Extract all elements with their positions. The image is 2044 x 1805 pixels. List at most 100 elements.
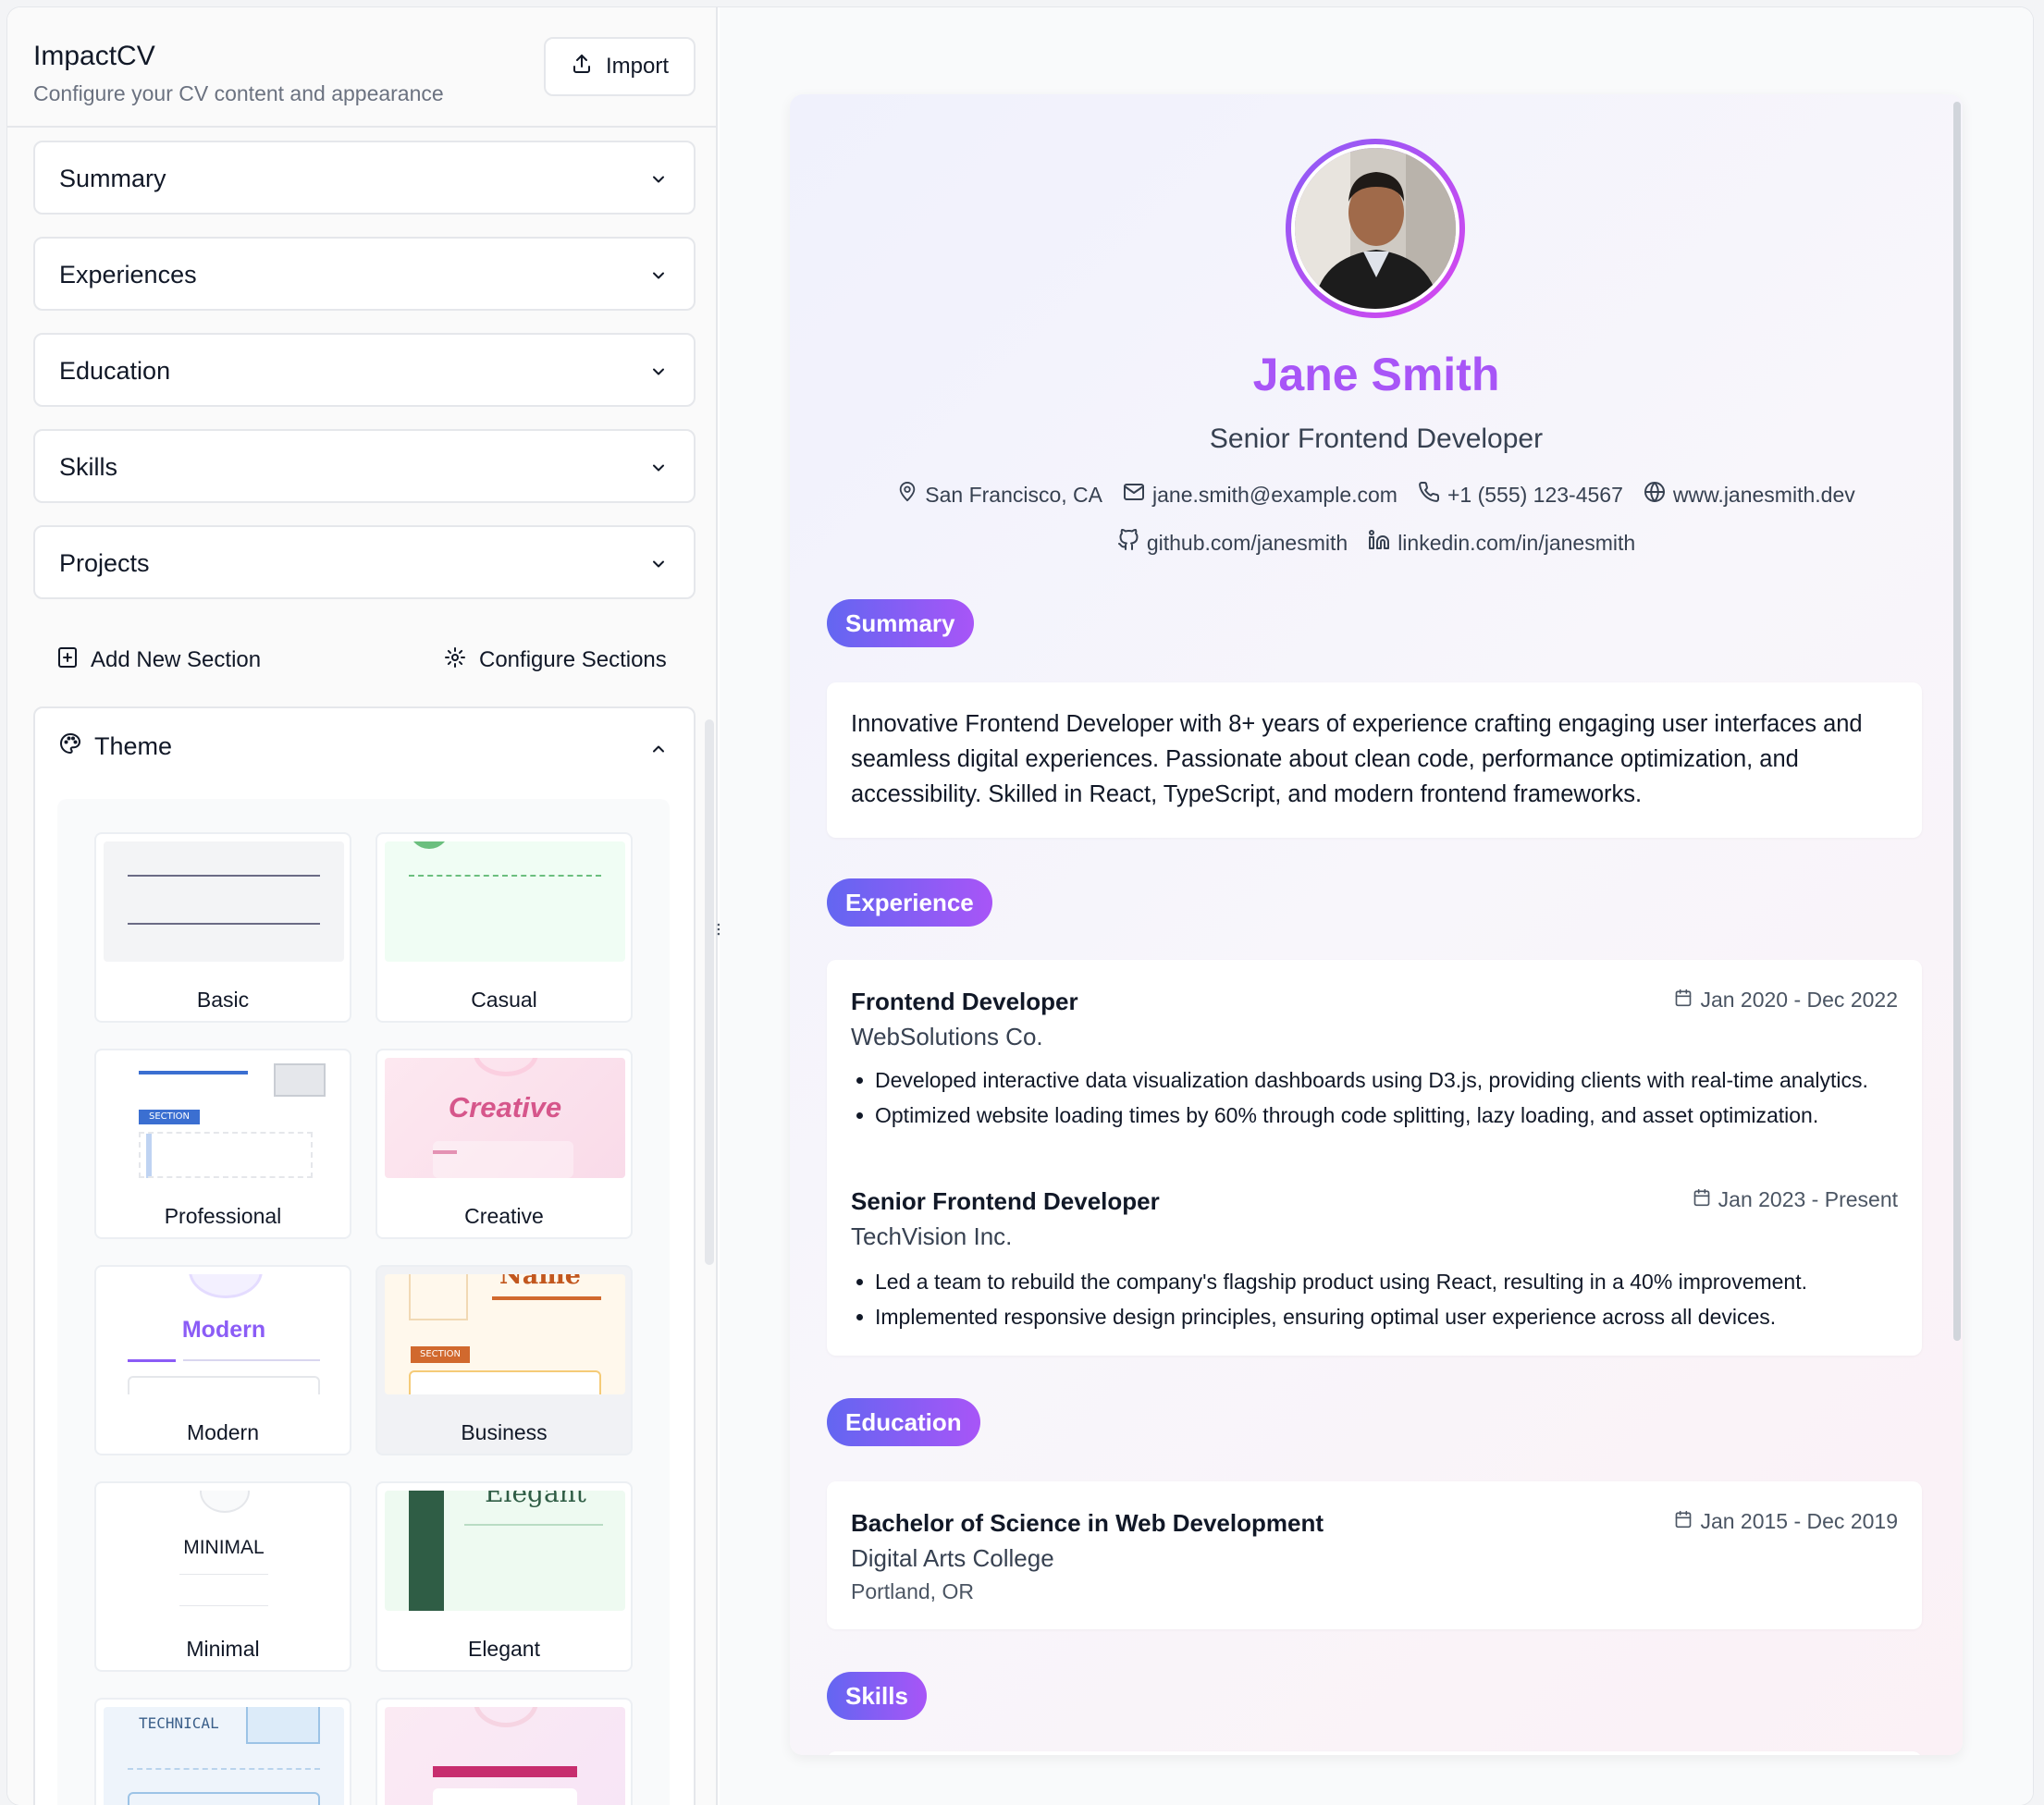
job-dates: Jan 2020 - Dec 2022 <box>1674 988 1898 1013</box>
preview-scrollbar[interactable] <box>1953 102 1961 1341</box>
contact-row-2: github.com/janesmith linkedin.com/in/jan… <box>790 528 1963 557</box>
configure-sections-button[interactable]: Configure Sections <box>444 642 667 679</box>
chevron-up-icon[interactable] <box>649 740 668 763</box>
theme-thumb: TECHNICAL <box>104 1707 344 1805</box>
theme-option-minimal[interactable]: MINIMAL Minimal <box>94 1481 351 1672</box>
configure-sections-label: Configure Sections <box>479 647 667 672</box>
theme-thumb <box>104 841 344 962</box>
chevron-down-icon <box>649 266 668 289</box>
left-scrollbar[interactable] <box>705 719 714 1265</box>
job-bullets: Led a team to rebuild the company's flag… <box>851 1267 1896 1337</box>
website-text: www.janesmith.dev <box>1672 482 1855 507</box>
phone-icon <box>1418 481 1440 509</box>
summary-card: Innovative Frontend Developer with 8+ ye… <box>827 682 1922 838</box>
section-experiences[interactable]: Experiences <box>33 237 696 311</box>
education-heading: Education <box>827 1398 980 1446</box>
school-location: Portland, OR <box>851 1579 974 1603</box>
chevron-down-icon <box>649 362 668 386</box>
theme-option-business[interactable]: Name SECTION Business <box>376 1265 633 1455</box>
theme-option-professional[interactable]: SECTION Professional <box>94 1049 351 1239</box>
add-file-icon <box>57 646 78 675</box>
theme-thumb-text: MINIMAL <box>183 1537 265 1558</box>
theme-thumb <box>385 841 625 962</box>
bullet-item: Developed interactive data visualization… <box>851 1065 1896 1095</box>
theme-thumb-text: Name <box>499 1274 581 1290</box>
theme-grid: Basic Casual SECTION Professional Creati… <box>57 799 670 1805</box>
theme-option-casual[interactable]: Casual <box>376 832 633 1023</box>
theme-name: Business <box>461 1420 548 1444</box>
phone-text: +1 (555) 123-4567 <box>1447 482 1623 507</box>
section-skills[interactable]: Skills <box>33 429 696 503</box>
date-text: Jan 2015 - Dec 2019 <box>1700 1509 1898 1533</box>
experience-heading: Experience <box>827 878 992 927</box>
email-text: jane.smith@example.com <box>1152 482 1398 507</box>
mail-icon <box>1123 481 1145 509</box>
cv-name: Jane Smith <box>1252 349 1500 400</box>
theme-name: Basic <box>196 988 250 1012</box>
theme-thumb: Modern <box>104 1274 344 1394</box>
location-text: San Francisco, CA <box>925 482 1103 507</box>
theme-thumb-tag: SECTION <box>411 1346 470 1363</box>
app-subtitle: Configure your CV content and appearance <box>33 81 444 105</box>
chevron-down-icon <box>649 459 668 482</box>
skills-card <box>827 1751 1922 1755</box>
bullet-item: Led a team to rebuild the company's flag… <box>851 1267 1896 1296</box>
linkedin-icon <box>1368 529 1390 557</box>
theme-option-unnamed[interactable] <box>376 1698 633 1805</box>
summary-heading: Summary <box>827 599 974 647</box>
theme-option-basic[interactable]: Basic <box>94 832 351 1023</box>
section-projects[interactable]: Projects <box>33 525 696 599</box>
degree-title: Bachelor of Science in Web Development <box>851 1509 1324 1537</box>
contact-website[interactable]: www.janesmith.dev <box>1644 481 1855 509</box>
gear-icon <box>444 646 466 675</box>
theme-option-elegant[interactable]: Elegant Elegant <box>376 1481 633 1672</box>
contact-linkedin[interactable]: linkedin.com/in/janesmith <box>1368 529 1635 557</box>
avatar <box>1286 139 1465 318</box>
bullet-item: Optimized website loading times by 60% t… <box>851 1100 1896 1130</box>
calendar-icon <box>1674 988 1693 1013</box>
experience-card: Frontend Developer Jan 2020 - Dec 2022 W… <box>827 960 1922 1356</box>
theme-thumb: Elegant <box>385 1491 625 1611</box>
theme-option-modern[interactable]: Modern Modern <box>94 1265 351 1455</box>
education-dates: Jan 2015 - Dec 2019 <box>1674 1509 1898 1534</box>
chevron-down-icon <box>649 170 668 193</box>
contact-phone[interactable]: +1 (555) 123-4567 <box>1418 481 1623 509</box>
calendar-icon <box>1693 1187 1711 1212</box>
section-education[interactable]: Education <box>33 333 696 407</box>
contact-github[interactable]: github.com/janesmith <box>1117 528 1348 557</box>
config-panel: ImpactCV Configure your CV content and a… <box>7 7 724 1805</box>
section-summary[interactable]: Summary <box>33 141 696 215</box>
summary-text: Innovative Frontend Developer with 8+ ye… <box>851 711 1863 807</box>
theme-thumb: MINIMAL <box>104 1491 344 1611</box>
education-card: Bachelor of Science in Web Development J… <box>827 1481 1922 1629</box>
job-title: Senior Frontend Developer <box>851 1187 1160 1215</box>
theme-option-creative[interactable]: Creative Creative <box>376 1049 633 1239</box>
theme-name: Professional <box>164 1204 282 1228</box>
map-pin-icon <box>897 481 917 509</box>
job-bullets: Developed interactive data visualization… <box>851 1065 1896 1136</box>
app-title: ImpactCV <box>33 41 155 71</box>
section-label: Education <box>59 357 171 385</box>
contact-email[interactable]: jane.smith@example.com <box>1123 481 1398 509</box>
theme-name: Casual <box>471 988 537 1012</box>
theme-thumb: Creative <box>385 1058 625 1178</box>
theme-option-technical[interactable]: TECHNICAL <box>94 1698 351 1805</box>
github-icon <box>1117 528 1139 557</box>
chevron-down-icon <box>649 555 668 578</box>
globe-icon <box>1644 481 1666 509</box>
section-label: Skills <box>59 453 118 481</box>
palette-icon <box>59 732 81 761</box>
theme-thumb: Name SECTION <box>385 1274 625 1394</box>
theme-name: Creative <box>464 1204 544 1228</box>
theme-thumb: SECTION <box>104 1058 344 1178</box>
upload-icon <box>571 53 593 81</box>
job-company: WebSolutions Co. <box>851 1023 1043 1050</box>
contact-row-1: San Francisco, CA jane.smith@example.com… <box>790 481 1963 509</box>
theme-title: Theme <box>94 732 173 760</box>
bullet-item: Implemented responsive design principles… <box>851 1302 1896 1332</box>
theme-toggle[interactable]: Theme <box>59 732 172 761</box>
profile-photo <box>1295 148 1456 309</box>
import-button[interactable]: Import <box>544 37 696 96</box>
theme-name: Modern <box>187 1420 259 1444</box>
add-section-button[interactable]: Add New Section <box>57 642 261 679</box>
